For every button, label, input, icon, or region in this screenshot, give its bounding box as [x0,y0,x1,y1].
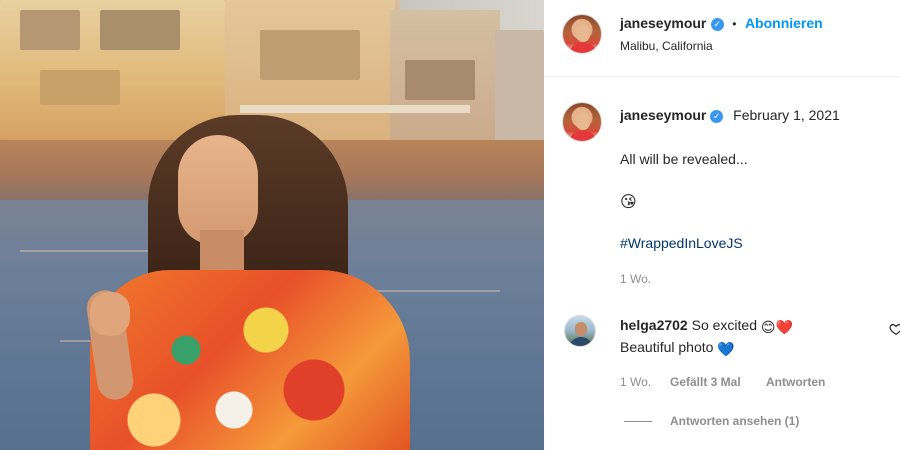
avatar[interactable] [564,315,596,347]
photo-window [20,10,80,50]
comment-text: Beautiful photo [620,339,714,355]
divider [624,421,652,422]
caption-username[interactable]: janeseymour [620,107,706,123]
blue-heart-icon: 💙 [717,342,735,358]
comment-age[interactable]: 1 Wo. [620,375,651,389]
comment-line: Beautiful photo 💙 [620,339,735,358]
photo-railing [240,105,470,113]
view-replies-button[interactable]: Antworten ansehen (1) [670,414,799,428]
verified-badge-icon: ✓ [710,110,724,123]
photo-face [178,135,258,245]
caption-date: February 1, 2021 [733,107,840,123]
photo-window [260,30,360,80]
photo-window [40,70,120,105]
heart-outline-icon[interactable] [889,322,900,336]
post-location[interactable]: Malibu, California [620,39,713,53]
caption-header: janeseymour ✓ February 1, 2021 [620,107,840,123]
photo-window [405,60,475,100]
caption-text: All will be revealed... [620,151,748,167]
verified-badge-icon: ✓ [710,18,724,31]
caption-age[interactable]: 1 Wo. [620,272,651,286]
post-header-row: janeseymour ✓ • Abonnieren [620,15,823,33]
photo-hand [90,292,130,336]
comment-line: helga2702 So excited 😊❤️ [620,317,793,336]
post-header: janeseymour ✓ • Abonnieren Malibu, Calif… [544,0,900,77]
comment-text: So excited [691,317,757,333]
caption-hashtag[interactable]: #WrappedInLoveJS [620,235,743,251]
follow-button[interactable]: Abonnieren [745,15,823,31]
post-side-panel: janeseymour ✓ • Abonnieren Malibu, Calif… [544,0,900,450]
avatar[interactable] [562,102,602,142]
avatar[interactable] [562,14,602,54]
photo-caftan [90,270,410,450]
reply-button[interactable]: Antworten [766,375,825,389]
author-username[interactable]: janeseymour [620,15,706,31]
comment-likes[interactable]: Gefällt 3 Mal [670,375,741,389]
separator-dot: • [732,17,737,31]
comment-emoji: 😊❤️ [760,320,793,336]
photo-window [100,10,180,50]
comment-username[interactable]: helga2702 [620,317,688,333]
post-photo[interactable] [0,0,544,450]
caption-emoji: 😘 [620,192,637,211]
